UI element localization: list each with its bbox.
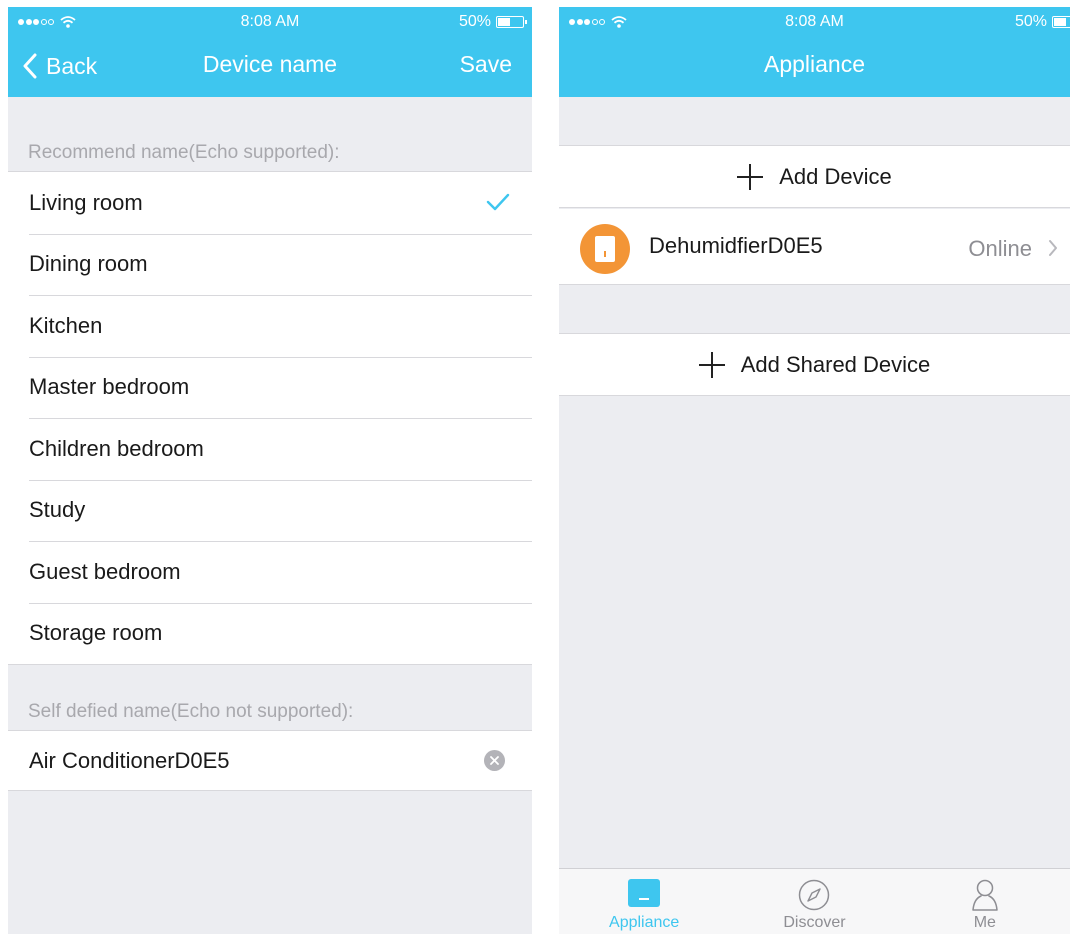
plus-icon <box>737 163 764 190</box>
header: 8:08 AM 50% Appliance <box>559 7 1070 97</box>
status-bar: 8:08 AM 50% <box>559 7 1070 37</box>
room-option-dining-room[interactable]: Dining room <box>8 233 532 296</box>
room-label: Living room <box>29 189 143 215</box>
header: 8:08 AM 50% Back Device name Save <box>8 7 532 97</box>
device-name-input[interactable] <box>29 731 469 790</box>
tab-label: Discover <box>783 914 846 931</box>
battery-indicator: 50% <box>458 13 527 31</box>
compass-icon <box>799 879 830 911</box>
appliance-icon <box>628 879 661 907</box>
tab-discover[interactable]: Discover <box>729 869 899 934</box>
device-name-screen: 8:08 AM 50% Back Device name Save Recomm… <box>8 7 532 934</box>
device-item[interactable]: DehumidfierD0E5 Online <box>559 209 1070 285</box>
room-option-kitchen[interactable]: Kitchen <box>8 295 532 357</box>
device-name: DehumidfierD0E5 <box>649 233 823 258</box>
room-option-children-bedroom[interactable]: Children bedroom <box>8 418 532 480</box>
battery-percent: 50% <box>1014 13 1047 30</box>
close-icon <box>490 756 499 765</box>
room-list: Living room Dining room Kitchen Master b… <box>8 171 532 665</box>
room-option-study[interactable]: Study <box>8 479 532 542</box>
add-shared-device-button[interactable]: Add Shared Device <box>559 333 1070 396</box>
nav-bar: Back Device name Save <box>8 37 532 97</box>
dehumidifier-icon <box>580 224 630 274</box>
tab-label: Appliance <box>609 914 680 931</box>
add-shared-device-label: Add Shared Device <box>740 351 931 377</box>
room-label: Guest bedroom <box>29 558 181 584</box>
room-label: Storage room <box>29 620 163 646</box>
battery-indicator: 50% <box>1015 13 1070 31</box>
battery-percent: 50% <box>458 13 491 30</box>
room-label: Kitchen <box>29 312 103 338</box>
page-title: Appliance <box>763 51 866 77</box>
tab-label: Me <box>973 914 996 931</box>
self-defined-section-label: Self defied name(Echo not supported): <box>28 701 354 722</box>
room-option-master-bedroom[interactable]: Master bedroom <box>8 356 532 419</box>
clear-input-button[interactable] <box>484 750 505 771</box>
save-button[interactable]: Save <box>460 51 512 78</box>
recommend-section-label: Recommend name(Echo supported): <box>28 142 340 163</box>
status-time: 8:08 AM <box>240 13 300 30</box>
room-label: Study <box>29 497 86 523</box>
room-label: Children bedroom <box>29 435 204 461</box>
room-option-living-room[interactable]: Living room <box>8 172 532 234</box>
status-bar: 8:08 AM 50% <box>8 7 532 37</box>
room-option-guest-bedroom[interactable]: Guest bedroom <box>8 541 532 603</box>
battery-icon <box>496 16 527 28</box>
chevron-right-icon <box>1049 240 1057 256</box>
tab-bar: Appliance Discover Me <box>559 868 1070 934</box>
nav-bar: Appliance <box>559 37 1070 97</box>
room-label: Dining room <box>29 251 148 277</box>
room-option-storage-room[interactable]: Storage room <box>8 602 532 665</box>
checkmark-icon <box>486 193 510 211</box>
device-status: Online <box>968 236 1032 261</box>
person-icon <box>972 879 998 911</box>
tab-me[interactable]: Me <box>900 869 1070 934</box>
battery-icon <box>1052 16 1070 28</box>
add-device-button[interactable]: Add Device <box>559 145 1070 208</box>
add-device-label: Add Device <box>779 163 892 189</box>
tab-appliance[interactable]: Appliance <box>559 869 729 934</box>
page-title: Device name <box>202 51 338 77</box>
self-name-row <box>8 730 532 791</box>
status-time: 8:08 AM <box>785 13 844 30</box>
room-label: Master bedroom <box>29 374 190 400</box>
plus-icon <box>698 351 725 378</box>
appliance-screen: 8:08 AM 50% Appliance Add Device Dehumid… <box>559 7 1070 934</box>
